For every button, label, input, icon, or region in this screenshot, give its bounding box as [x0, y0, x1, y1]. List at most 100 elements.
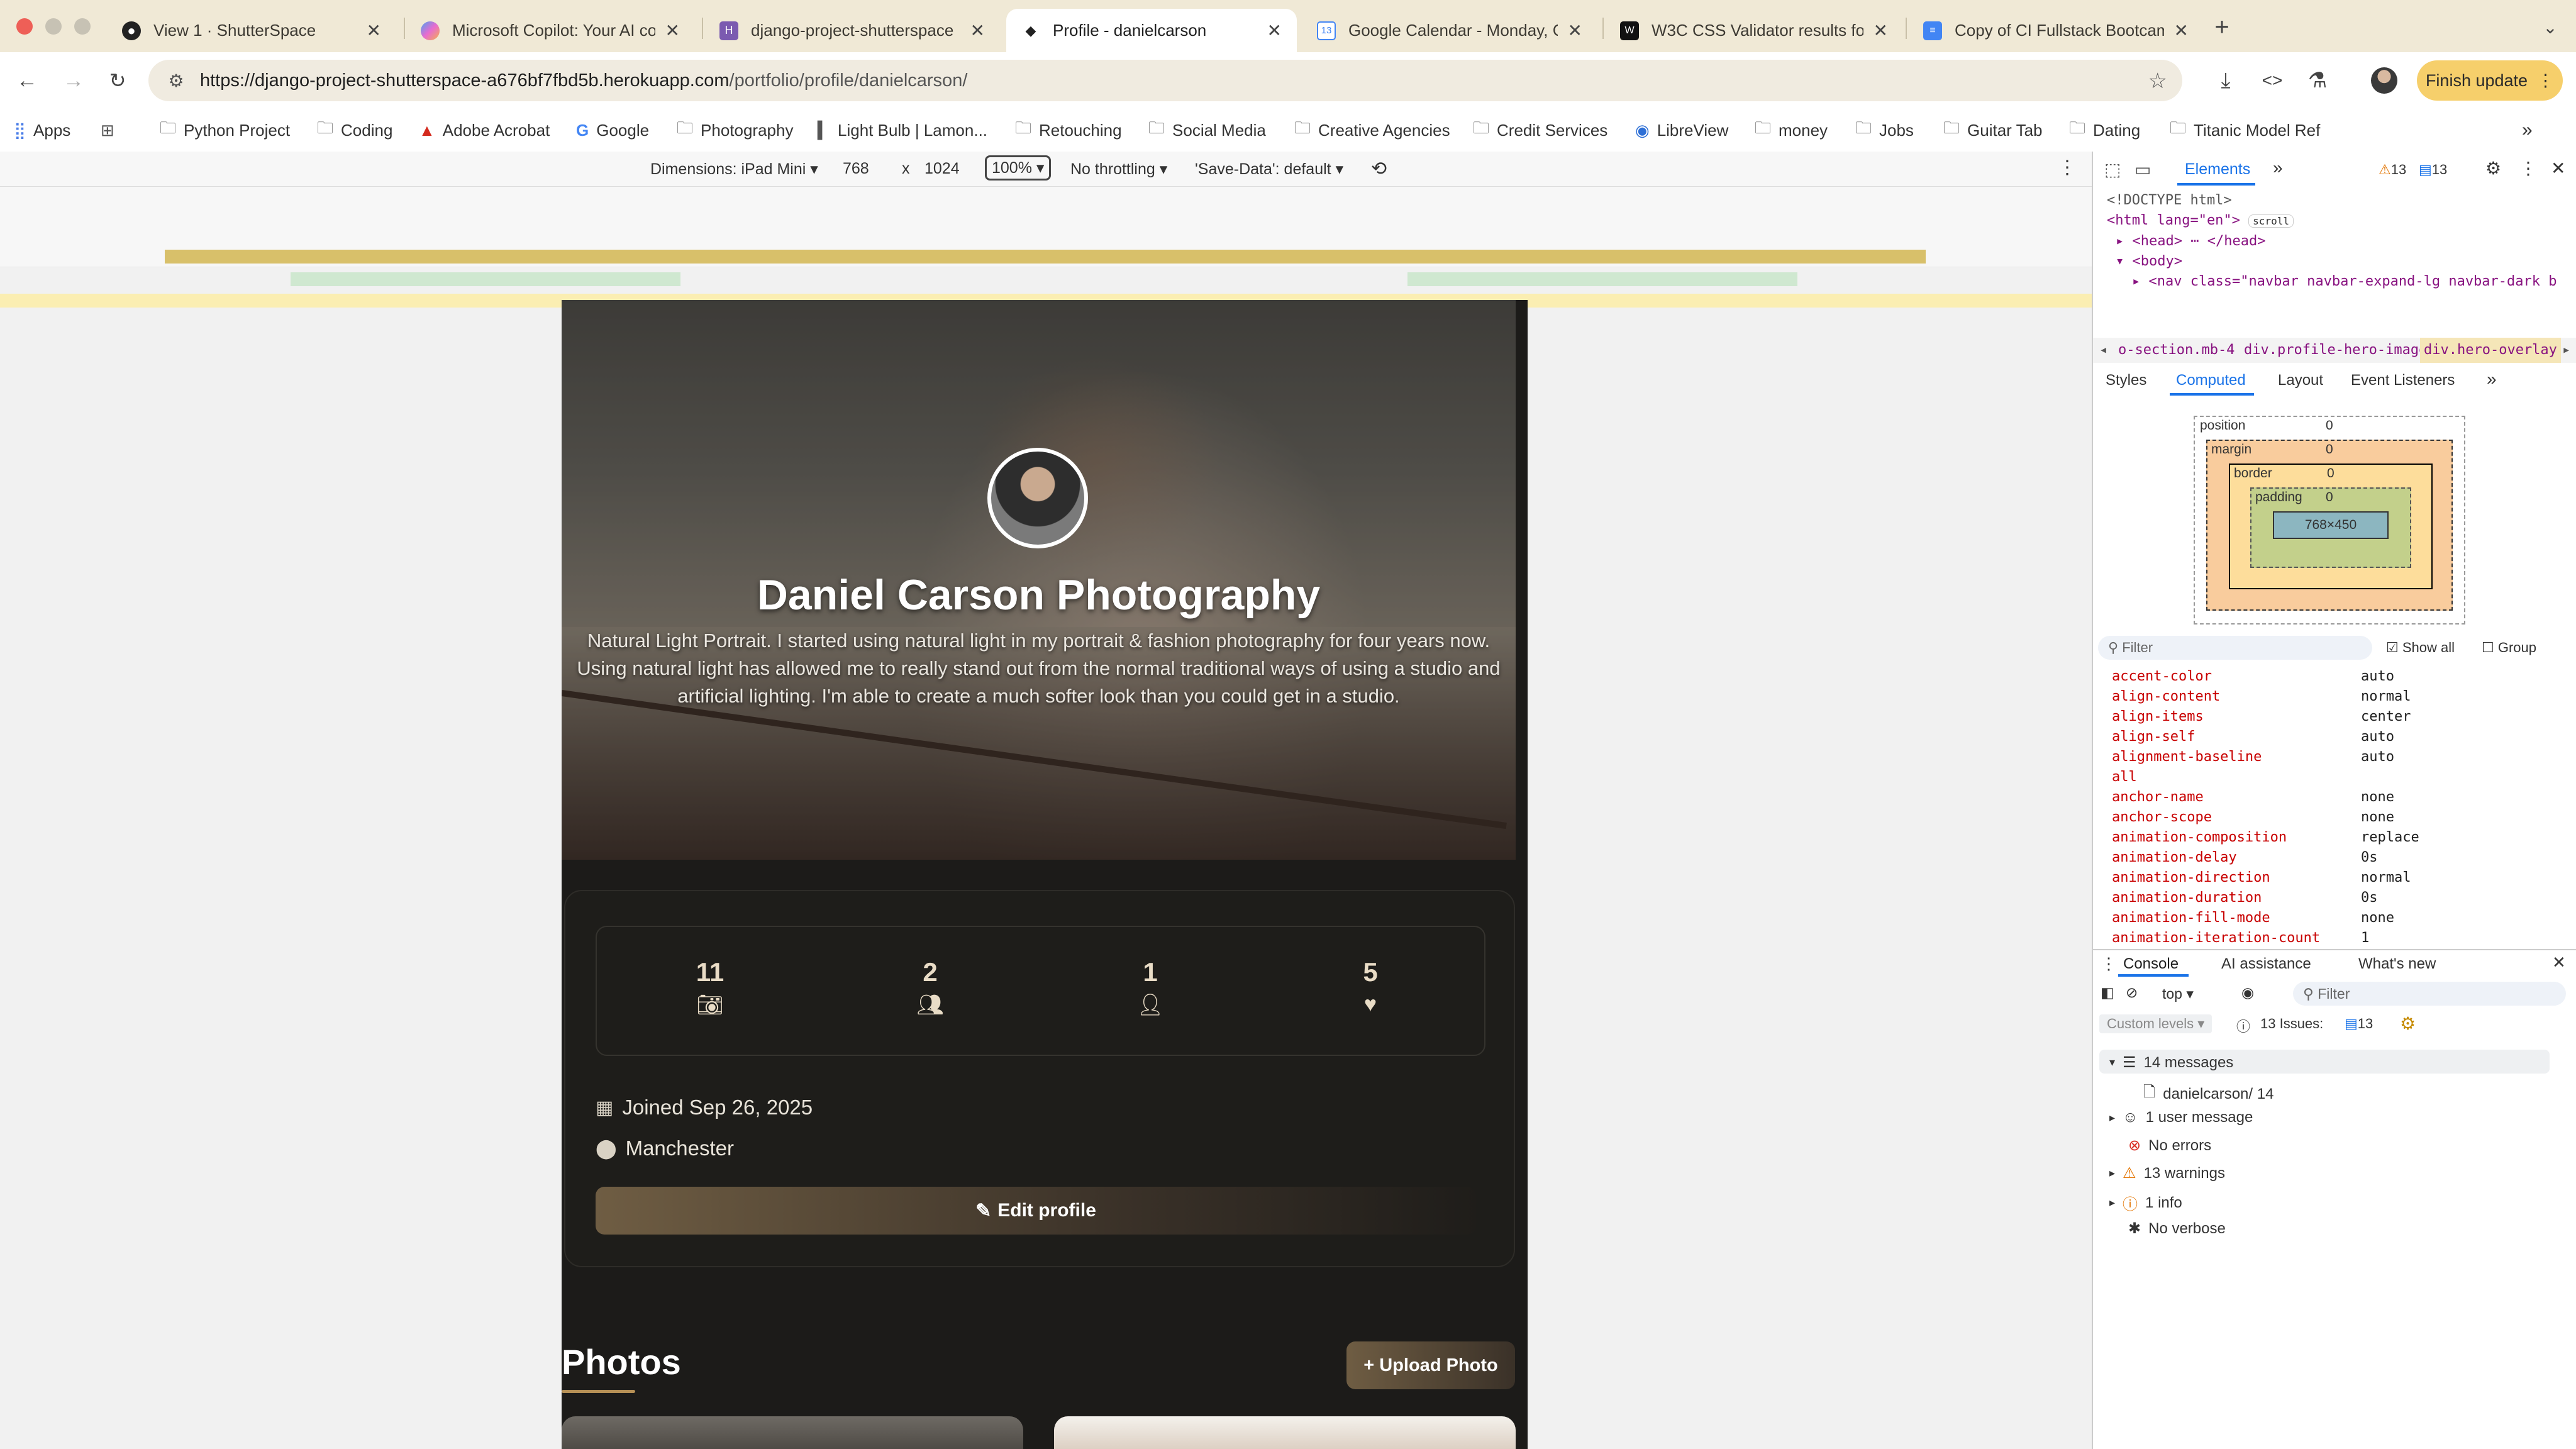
tab-copilot[interactable]: Microsoft Copilot: Your AI co ✕	[406, 9, 695, 52]
bookmark-credit-services[interactable]: 🗀 Credit Services	[1473, 116, 1607, 144]
bookmark-dating[interactable]: 🗀 Dating	[2069, 116, 2140, 144]
console-row-user[interactable]: ▸ ☺ 1 user message	[2109, 1109, 2253, 1126]
context-select[interactable]: top ▾	[2162, 985, 2194, 1002]
console-row-errors[interactable]: ⊗ No errors	[2128, 1136, 2211, 1155]
subtab-computed[interactable]: Computed	[2176, 372, 2246, 389]
bookmark-titanic-model-ref[interactable]: 🗀 Titanic Model Ref	[2170, 116, 2320, 144]
close-tab-icon[interactable]: ✕	[1267, 20, 1282, 41]
bookmark-tab-groups[interactable]: ⊞	[101, 121, 122, 140]
console-row-messages[interactable]: ▾ ☰ 14 messages	[2109, 1053, 2233, 1072]
bookmark-retouching[interactable]: 🗀 Retouching	[1015, 116, 1122, 144]
bookmark-light-bulb[interactable]: ▍ Light Bulb | Lamon...	[818, 121, 987, 140]
stat-likes[interactable]: 5 ♥	[1333, 957, 1408, 1017]
clear-console-icon[interactable]: ⊘	[2126, 984, 2138, 1001]
bookmark-star-icon[interactable]: ☆	[2148, 69, 2167, 94]
breadcrumb-item[interactable]: o-section.mb-4	[2118, 338, 2235, 363]
box-value[interactable]: 0	[2326, 490, 2333, 505]
close-tab-icon[interactable]: ✕	[2174, 20, 2189, 41]
drawer-tab-console[interactable]: Console	[2123, 955, 2179, 973]
console-row-file[interactable]: 🗋 danielcarson/ 14	[2143, 1081, 2273, 1107]
profile-avatar[interactable]	[2371, 67, 2397, 94]
issues-label[interactable]: 13 Issues:	[2260, 1016, 2323, 1032]
issues-badge[interactable]: ▤13	[2345, 1016, 2373, 1032]
upload-photo-button[interactable]: + Upload Photo	[1346, 1341, 1515, 1389]
breadcrumb-scroll-left-icon[interactable]: ◂	[2099, 338, 2107, 363]
bookmark-adobe-acrobat[interactable]: ▲ Adobe Acrobat	[419, 121, 550, 140]
close-drawer-icon[interactable]: ✕	[2552, 953, 2566, 972]
bookmark-photography[interactable]: 🗀 Photography	[677, 116, 793, 144]
warnings-badge[interactable]: ⚠13	[2379, 162, 2406, 178]
media-query-bar[interactable]	[1407, 272, 1797, 286]
group-checkbox[interactable]: ☐ Group	[2482, 640, 2536, 656]
inspect-icon[interactable]: ⬚	[2104, 159, 2121, 180]
live-expression-icon[interactable]: ◉	[2241, 984, 2254, 1001]
tab-elements[interactable]: Elements	[2185, 160, 2250, 179]
stat-photos[interactable]: 11 📷︎	[672, 957, 748, 1018]
reload-icon[interactable]: ↻	[102, 65, 133, 96]
close-window-button[interactable]	[16, 18, 33, 35]
tab-view1[interactable]: ● View 1 · ShutterSpace ✕	[107, 9, 396, 52]
forward-icon[interactable]: →	[58, 65, 89, 96]
extensions-icon[interactable]: ⚗	[2302, 65, 2333, 96]
bookmark-apps[interactable]: ⣿ Apps	[14, 121, 70, 140]
bookmark-guitar-tab[interactable]: 🗀 Guitar Tab	[1943, 116, 2043, 144]
computed-property[interactable]: animation-direction normal	[2112, 870, 2411, 886]
tab-calendar[interactable]: 13 Google Calendar - Monday, C ✕	[1302, 9, 1597, 52]
dom-body[interactable]: ▾ <body>	[2093, 252, 2571, 272]
box-content[interactable]: 768×450	[2273, 511, 2389, 539]
tab-profile[interactable]: ◆ Profile - danielcarson ✕	[1006, 9, 1297, 52]
finish-update-button[interactable]: Finish update ⋮	[2417, 60, 2563, 101]
photo-card[interactable]	[562, 1416, 1023, 1449]
site-info-icon[interactable]: ⚙	[157, 70, 195, 91]
stat-following[interactable]: 1 👤︎	[1113, 957, 1188, 1018]
drawer-tab-ai-assistance[interactable]: AI assistance	[2221, 955, 2311, 973]
close-tab-icon[interactable]: ✕	[665, 20, 680, 41]
bookmark-coding[interactable]: 🗀 Coding	[317, 116, 392, 144]
media-query-bar[interactable]	[165, 250, 1926, 264]
bookmark-jobs[interactable]: 🗀 Jobs	[1855, 116, 1914, 144]
minimize-window-button[interactable]	[45, 18, 62, 35]
tab-w3c[interactable]: W W3C CSS Validator results fo ✕	[1605, 9, 1903, 52]
bookmark-social-media[interactable]: 🗀 Social Media	[1148, 116, 1266, 144]
close-tab-icon[interactable]: ✕	[1874, 20, 1888, 41]
console-row-info[interactable]: ▸ ⓘ 1 info	[2109, 1192, 2182, 1214]
zoom-window-button[interactable]	[74, 18, 91, 35]
bookmarks-overflow-icon[interactable]: »	[2522, 119, 2533, 141]
device-select[interactable]: Dimensions: iPad Mini ▾	[650, 160, 818, 179]
zoom-select[interactable]: 100% ▾	[985, 155, 1052, 180]
devtools-menu-icon[interactable]: ⋮	[2519, 158, 2537, 179]
settings-icon[interactable]: ⚙	[2485, 158, 2501, 179]
show-all-checkbox[interactable]: ☑ Show all	[2386, 640, 2455, 656]
computed-property[interactable]: animation-fill-mode none	[2112, 910, 2394, 926]
device-toggle-icon[interactable]: ▭	[2135, 159, 2151, 180]
computed-filter-input[interactable]: ⚲ Filter	[2098, 636, 2372, 660]
computed-property[interactable]: align-content normal	[2112, 689, 2411, 704]
tab-docs[interactable]: ≡ Copy of CI Fullstack Bootcam ✕	[1908, 9, 2204, 52]
dom-nav[interactable]: ▸ <nav class="navbar navbar-expand-lg na…	[2093, 272, 2571, 292]
sidebar-toggle-icon[interactable]: ◧	[2101, 984, 2114, 1001]
levels-select[interactable]: Custom levels ▾	[2099, 1014, 2212, 1033]
back-icon[interactable]: ←	[11, 65, 43, 96]
computed-property[interactable]: align-items center	[2112, 709, 2411, 724]
more-subtabs-icon[interactable]: »	[2487, 369, 2497, 389]
rotate-icon[interactable]: ⟲	[1371, 158, 1387, 180]
computed-property[interactable]: alignment-baseline auto	[2112, 749, 2394, 765]
media-query-bar[interactable]	[291, 272, 680, 286]
dom-doctype[interactable]: <!DOCTYPE html>	[2093, 191, 2571, 211]
more-tabs-icon[interactable]: »	[2273, 158, 2283, 178]
computed-property[interactable]: anchor-name none	[2112, 789, 2394, 805]
save-data-select[interactable]: 'Save-Data': default ▾	[1195, 160, 1343, 179]
console-settings-icon[interactable]: ⚙	[2400, 1013, 2416, 1034]
close-tab-icon[interactable]: ✕	[970, 20, 985, 41]
throttling-select[interactable]: No throttling ▾	[1070, 160, 1167, 179]
close-tab-icon[interactable]: ✕	[1568, 20, 1582, 41]
computed-property[interactable]: all	[2112, 769, 2137, 785]
box-value[interactable]: 0	[2326, 418, 2333, 433]
edit-profile-button[interactable]: ✎ Edit profile	[596, 1187, 1476, 1235]
box-value[interactable]: 0	[2327, 466, 2334, 481]
tab-search-icon[interactable]: ⌄	[2534, 11, 2566, 43]
photo-card[interactable]	[1054, 1416, 1516, 1449]
console-filter-input[interactable]: ⚲ Filter	[2293, 982, 2566, 1006]
messages-badge[interactable]: ▤13	[2419, 162, 2447, 178]
subtab-event-listeners[interactable]: Event Listeners	[2351, 372, 2455, 389]
